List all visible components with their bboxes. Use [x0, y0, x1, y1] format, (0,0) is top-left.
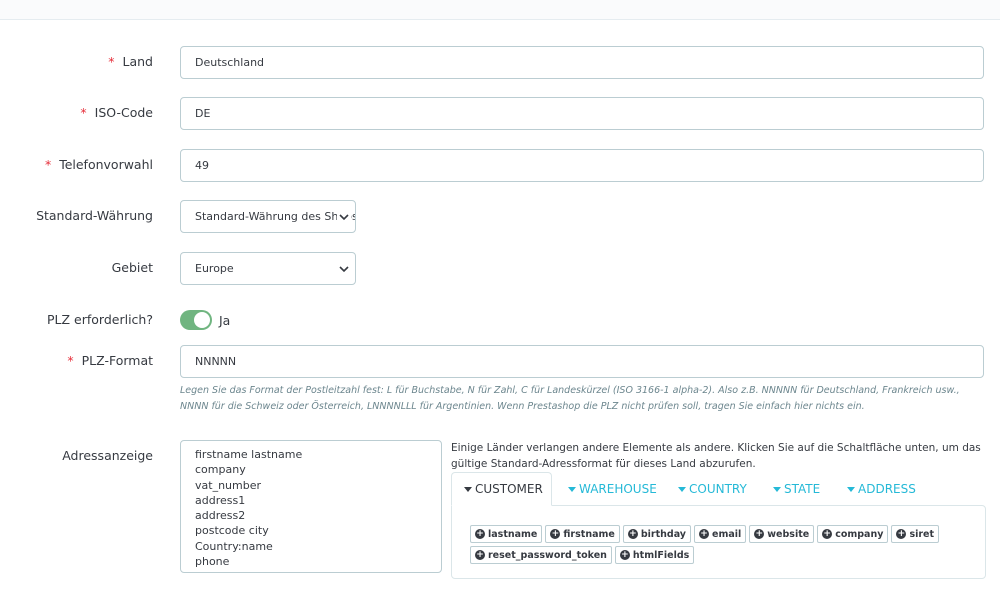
currency-label: Standard-Währung [36, 208, 153, 223]
caret-down-icon [464, 486, 472, 492]
phone-prefix-input[interactable]: 49 [180, 149, 984, 182]
iso-label: * ISO-Code [80, 105, 153, 120]
plus-circle-icon: + [754, 529, 765, 539]
plus-circle-icon: + [475, 550, 485, 560]
currency-select-value: Standard-Währung des Shops [195, 210, 356, 223]
address-line: vat_number [195, 478, 261, 492]
tab-warehouse[interactable]: WAREHOUSE [568, 472, 657, 506]
caret-down-icon [678, 486, 686, 492]
required-mark: * [108, 54, 115, 69]
zip-format-input[interactable]: NNNNN [180, 345, 984, 378]
field-chip-birthday[interactable]: + birthday [622, 525, 692, 543]
zip-required-toggle[interactable] [180, 310, 212, 330]
address-field-tabs: CUSTOMER WAREHOUSE COUNTRY STATE ADDRESS [451, 472, 986, 506]
plus-circle-icon: + [896, 529, 907, 539]
field-chip-htmlfields[interactable]: + htmlFields [614, 546, 695, 564]
field-chip-list: + lastname + firstname + birthday + email + w… [470, 525, 970, 564]
plus-circle-icon: + [699, 529, 710, 539]
field-chip-reset-password-token[interactable]: + reset_password_token [470, 546, 612, 564]
address-layout-label: Adressanzeige [62, 448, 153, 463]
land-label: * Land [108, 54, 153, 69]
currency-select[interactable]: Standard-Währung des Shops [180, 200, 356, 233]
required-mark: * [67, 353, 74, 368]
plus-circle-icon: + [550, 529, 561, 539]
caret-down-icon [847, 486, 855, 492]
caret-down-icon [773, 486, 781, 492]
zip-format-help: Legen Sie das Format der Postleitzahl fe… [180, 385, 960, 412]
phone-prefix-label: * Telefonvorwahl [44, 157, 153, 172]
field-chip-email[interactable]: + email [694, 525, 747, 543]
caret-down-icon [568, 486, 576, 492]
required-mark: * [80, 105, 87, 120]
zip-required-value: Ja [219, 313, 231, 328]
plus-circle-icon: + [619, 550, 630, 560]
field-chip-company[interactable]: + company [817, 525, 889, 543]
address-line: Country:name [195, 539, 273, 553]
address-line: address2 [195, 509, 246, 523]
zone-select-value: Europe [195, 262, 234, 275]
address-line: company [195, 463, 246, 477]
chevron-down-icon [337, 210, 351, 224]
zone-label: Gebiet [111, 260, 153, 275]
top-bar [0, 0, 1000, 20]
tab-address[interactable]: ADDRESS [847, 472, 916, 506]
tab-country[interactable]: COUNTRY [678, 472, 747, 506]
address-layout-textarea[interactable]: firstname lastname company vat_number ad… [180, 440, 442, 573]
address-line: firstname lastname [195, 448, 303, 461]
toggle-knob [194, 312, 210, 328]
chevron-down-icon [339, 266, 349, 273]
zip-required-label: PLZ erforderlich? [47, 312, 153, 327]
address-line: postcode city [195, 524, 269, 538]
field-chip-lastname[interactable]: + lastname [470, 525, 543, 543]
address-format-note: Einige Länder verlangen andere Elemente … [451, 442, 981, 470]
iso-input[interactable]: DE [180, 97, 984, 130]
plus-circle-icon: + [822, 529, 833, 539]
plus-circle-icon: + [627, 529, 638, 539]
zip-format-label: * PLZ-Format [67, 353, 153, 368]
address-line: phone [195, 555, 230, 569]
field-chip-website[interactable]: + website [749, 525, 815, 543]
address-line: address1 [195, 493, 246, 507]
land-input[interactable]: Deutschland [180, 46, 984, 79]
plus-circle-icon: + [475, 529, 485, 539]
required-mark: * [44, 157, 52, 172]
field-chip-firstname[interactable]: + firstname [545, 525, 620, 543]
zone-select[interactable]: Europe [180, 252, 356, 285]
tab-state[interactable]: STATE [773, 472, 820, 506]
tab-customer[interactable]: CUSTOMER [451, 472, 552, 506]
field-chip-siret[interactable]: + siret [891, 525, 940, 543]
